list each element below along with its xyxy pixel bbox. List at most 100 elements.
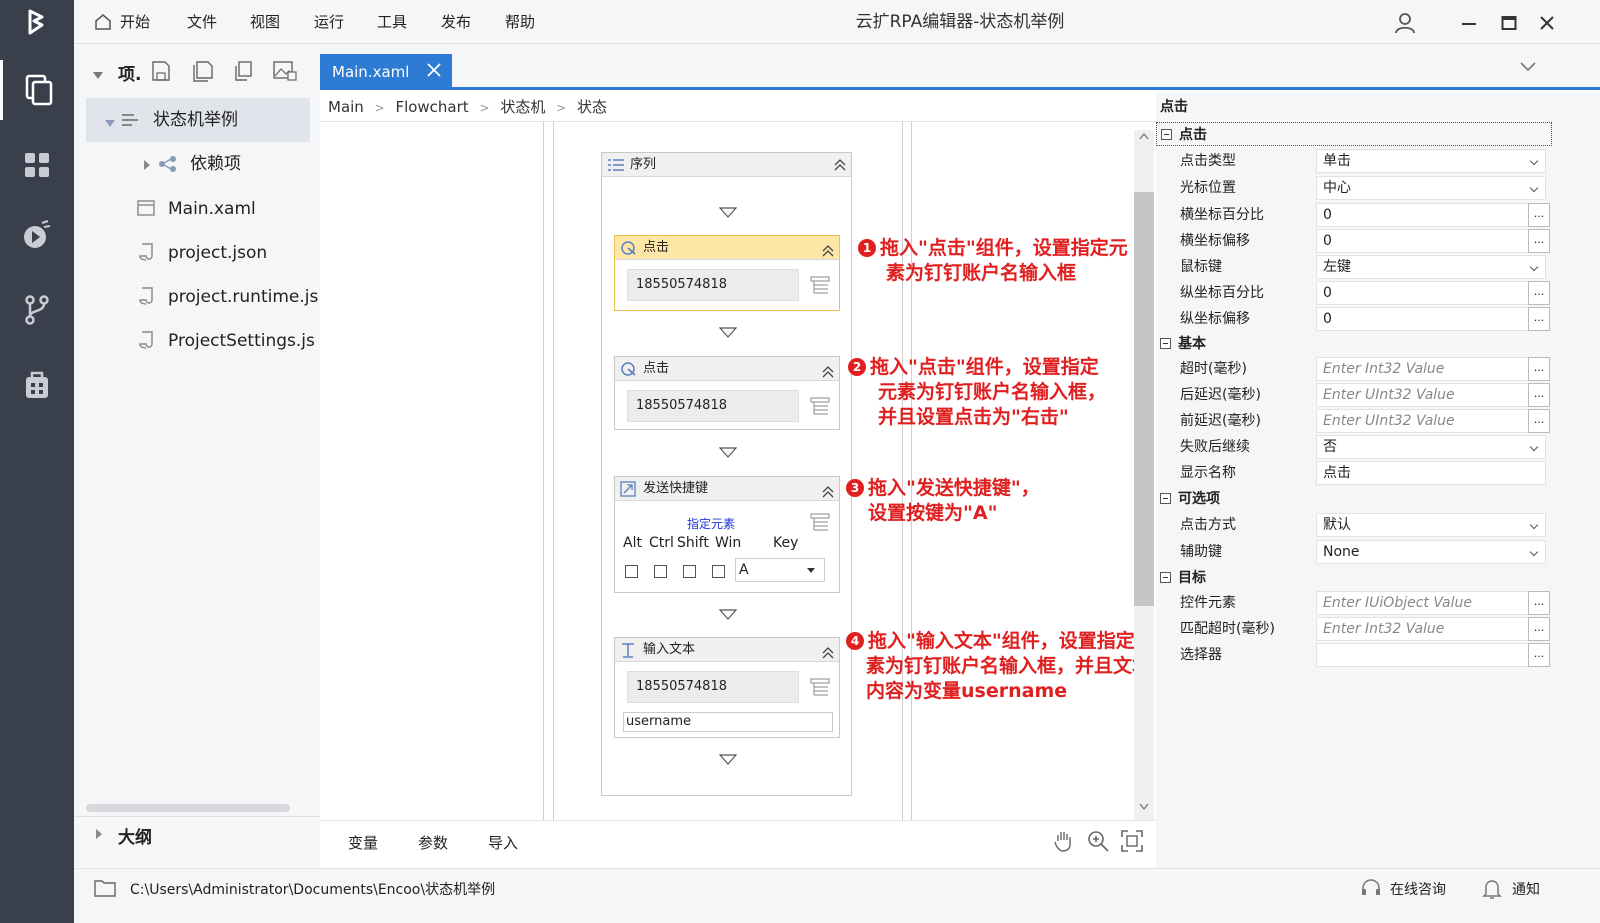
close-icon[interactable] bbox=[1534, 10, 1560, 36]
scrollbar-thumb[interactable] bbox=[1134, 192, 1154, 606]
collapse-box-icon[interactable] bbox=[1160, 572, 1171, 583]
target-element-box[interactable]: 18550574818 bbox=[627, 390, 799, 422]
target-element-box[interactable]: 18550574818 bbox=[627, 269, 799, 301]
target-picker-icon[interactable] bbox=[810, 276, 830, 298]
collapse-arrow-icon[interactable] bbox=[92, 69, 104, 85]
ellipsis-button[interactable]: ... bbox=[1528, 409, 1550, 433]
menu-run[interactable]: 运行 bbox=[314, 0, 344, 44]
ctrl-checkbox[interactable] bbox=[654, 565, 667, 578]
menu-help[interactable]: 帮助 bbox=[505, 0, 535, 44]
project-files-icon[interactable] bbox=[0, 60, 74, 120]
target-picker-icon[interactable] bbox=[810, 397, 830, 419]
ellipsis-button[interactable]: ... bbox=[1528, 307, 1550, 331]
prop-input[interactable] bbox=[1316, 643, 1546, 667]
workflow-canvas[interactable]: 序列 点击 18550574818 点击 18550574818 发送快捷键 指… bbox=[320, 122, 1156, 820]
collapse-box-icon[interactable] bbox=[1161, 129, 1172, 140]
breadcrumb-item[interactable]: Flowchart bbox=[395, 98, 468, 116]
menu-tools[interactable]: 工具 bbox=[377, 0, 407, 44]
prop-input[interactable]: 0 bbox=[1316, 229, 1546, 253]
type-text-activity[interactable]: 输入文本 18550574818 username bbox=[614, 637, 840, 738]
prop-input[interactable]: 0 bbox=[1316, 281, 1546, 305]
target-picker-icon[interactable] bbox=[810, 678, 830, 700]
ellipsis-button[interactable]: ... bbox=[1528, 383, 1550, 407]
vertical-scrollbar[interactable] bbox=[1134, 130, 1154, 820]
tree-item-settings-json[interactable]: ProjectSettings.js bbox=[168, 319, 318, 363]
outline-title[interactable]: 大纲 bbox=[118, 823, 152, 848]
tree-item-dependencies[interactable]: 依赖项 bbox=[190, 142, 241, 186]
pan-hand-icon[interactable] bbox=[1052, 829, 1076, 857]
minimize-icon[interactable] bbox=[1456, 10, 1482, 36]
menu-file[interactable]: 文件 bbox=[187, 0, 217, 44]
prop-dropdown[interactable]: None bbox=[1316, 540, 1546, 564]
click-activity-1[interactable]: 点击 18550574818 bbox=[614, 235, 840, 311]
package-icon[interactable] bbox=[0, 355, 74, 415]
category-basic[interactable]: 基本 bbox=[1156, 332, 1552, 356]
prop-dropdown[interactable]: 默认 bbox=[1316, 513, 1546, 537]
prop-input[interactable]: Enter Int32 Value bbox=[1316, 357, 1546, 381]
scroll-down-icon[interactable] bbox=[1139, 803, 1149, 811]
specify-element-link[interactable]: 指定元素 bbox=[687, 515, 735, 532]
text-input[interactable]: username bbox=[623, 712, 833, 732]
save-all-icon[interactable] bbox=[191, 60, 215, 86]
tab-arguments[interactable]: 参数 bbox=[418, 832, 448, 853]
collapse-icon[interactable] bbox=[834, 159, 846, 175]
win-checkbox[interactable] bbox=[712, 565, 725, 578]
collapse-box-icon[interactable] bbox=[1160, 338, 1171, 349]
collapse-box-icon[interactable] bbox=[1160, 493, 1171, 504]
debug-icon[interactable] bbox=[0, 205, 74, 265]
target-element-box[interactable]: 18550574818 bbox=[627, 671, 799, 703]
user-icon[interactable] bbox=[1392, 10, 1418, 36]
horizontal-scrollbar[interactable] bbox=[86, 804, 290, 812]
key-select[interactable]: A bbox=[735, 558, 825, 582]
breadcrumb-item[interactable]: Main bbox=[328, 98, 364, 116]
tree-item-root[interactable]: 状态机举例 bbox=[153, 98, 238, 142]
prop-input[interactable]: Enter IUiObject Value bbox=[1316, 591, 1546, 615]
expand-right-icon[interactable] bbox=[142, 159, 152, 175]
menu-view[interactable]: 视图 bbox=[250, 0, 280, 44]
headset-icon[interactable] bbox=[1360, 878, 1382, 904]
expand-right-icon[interactable] bbox=[94, 828, 104, 844]
ellipsis-button[interactable]: ... bbox=[1528, 357, 1550, 381]
collapse-icon[interactable] bbox=[822, 363, 834, 387]
prop-dropdown[interactable]: 左键 bbox=[1316, 255, 1546, 279]
tab-close-icon[interactable] bbox=[426, 62, 442, 82]
prop-dropdown[interactable]: 中心 bbox=[1316, 176, 1546, 200]
ellipsis-button[interactable]: ... bbox=[1528, 281, 1550, 305]
bell-icon[interactable] bbox=[1482, 878, 1502, 904]
ellipsis-button[interactable]: ... bbox=[1528, 617, 1550, 641]
tree-item-runtime-json[interactable]: project.runtime.js bbox=[168, 275, 318, 319]
prop-input[interactable]: Enter UInt32 Value bbox=[1316, 383, 1546, 407]
category-target[interactable]: 目标 bbox=[1156, 566, 1552, 590]
prop-input[interactable]: Enter Int32 Value bbox=[1316, 617, 1546, 641]
sequence-activity[interactable]: 序列 点击 18550574818 点击 18550574818 发送快捷键 指… bbox=[601, 152, 852, 796]
maximize-icon[interactable] bbox=[1496, 10, 1522, 36]
breadcrumb-item[interactable]: 状态机 bbox=[500, 98, 545, 116]
category-click[interactable]: 点击 bbox=[1156, 122, 1552, 146]
prop-input[interactable]: 0 bbox=[1316, 203, 1546, 227]
target-picker-icon[interactable] bbox=[810, 513, 830, 535]
zoom-icon[interactable] bbox=[1086, 829, 1110, 857]
ellipsis-button[interactable]: ... bbox=[1528, 643, 1550, 667]
notification-link[interactable]: 通知 bbox=[1512, 879, 1540, 899]
prop-input[interactable]: Enter UInt32 Value bbox=[1316, 409, 1546, 433]
tree-item-main-xaml[interactable]: Main.xaml bbox=[168, 187, 256, 231]
collapse-icon[interactable] bbox=[822, 483, 834, 507]
prop-input[interactable]: 点击 bbox=[1316, 461, 1546, 485]
breadcrumb-item[interactable]: 状态 bbox=[577, 98, 607, 116]
copy-icon[interactable] bbox=[232, 60, 254, 86]
prop-dropdown[interactable]: 否 bbox=[1316, 435, 1546, 459]
category-optional[interactable]: 可选项 bbox=[1156, 487, 1552, 511]
ellipsis-button[interactable]: ... bbox=[1528, 591, 1550, 615]
expand-arrow-icon[interactable] bbox=[104, 117, 116, 133]
ellipsis-button[interactable]: ... bbox=[1528, 229, 1550, 253]
menu-home[interactable]: 开始 bbox=[120, 0, 150, 44]
online-consult-link[interactable]: 在线咨询 bbox=[1390, 879, 1446, 899]
menu-publish[interactable]: 发布 bbox=[441, 0, 471, 44]
version-control-icon[interactable] bbox=[0, 280, 74, 340]
image-icon[interactable] bbox=[272, 60, 298, 86]
save-icon[interactable] bbox=[150, 60, 172, 86]
prop-dropdown[interactable]: 单击 bbox=[1316, 149, 1546, 173]
prop-input[interactable]: 0 bbox=[1316, 307, 1546, 331]
click-activity-2[interactable]: 点击 18550574818 bbox=[614, 356, 840, 430]
collapse-icon[interactable] bbox=[822, 242, 834, 266]
